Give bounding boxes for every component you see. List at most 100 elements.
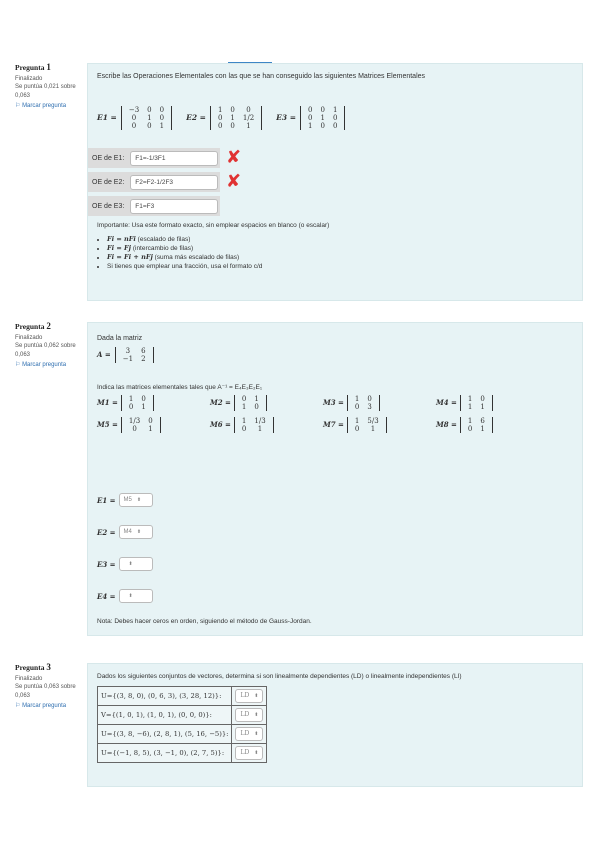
matrix-select[interactable]: ⬍ xyxy=(118,589,153,603)
matrix-cell: 1 xyxy=(147,114,152,122)
matrix-cell: −1 xyxy=(122,355,134,363)
flag-question-link[interactable]: ⚐ Marcar pregunta xyxy=(15,702,79,711)
dependency-select[interactable]: LD ⬍ xyxy=(235,708,264,722)
format-notes: Fi = nFi (escalado de filas)Fi = Fj (int… xyxy=(97,234,262,271)
candidate-matrix: M2 = 0 1 1 0 xyxy=(210,395,323,411)
question-title: Pregunta 1 xyxy=(15,62,51,72)
matrix-cell: 0 xyxy=(141,395,146,403)
question-content: Escribe las Operaciones Elementales con … xyxy=(87,63,583,301)
format-note: Fi = nFi (escalado de filas) xyxy=(107,235,262,243)
matrix-cell: 0 xyxy=(147,106,152,114)
select-label: E2 = xyxy=(97,527,116,537)
note-description: Si tienes que emplear una fracción, usa … xyxy=(107,263,263,270)
matrix-label: M3 = xyxy=(323,397,344,407)
matrix-select[interactable]: M5 ⬍ xyxy=(118,493,153,507)
question-prompt: Indica las matrices elementales tales qu… xyxy=(97,384,263,391)
elementary-select-row: E4 = ⬍ xyxy=(97,585,153,607)
matrix-cell: 5/3 xyxy=(367,417,379,425)
matrix: 3 6 −1 2 xyxy=(114,347,154,363)
matrix-cell: 1 xyxy=(308,122,313,130)
matrix: −3 0 0 0 1 0 0 0 1 xyxy=(120,106,173,130)
matrix-cell: 1/3 xyxy=(254,417,266,425)
elementary-select-row: E1 = M5 ⬍ xyxy=(97,489,153,511)
matrix-cell: 0 xyxy=(320,122,325,130)
dropdown-icon: ⬍ xyxy=(136,529,142,535)
dropdown-icon: ⬍ xyxy=(254,693,259,699)
dependency-select[interactable]: LD ⬍ xyxy=(235,727,264,741)
matrix-cell: 1 xyxy=(246,122,251,130)
matrix-select[interactable]: ⬍ xyxy=(118,557,153,571)
operation-input[interactable] xyxy=(130,174,219,190)
question-title: Pregunta 2 xyxy=(15,321,51,331)
matrix-cell: 2 xyxy=(141,355,146,363)
question-status: Finalizado xyxy=(15,675,43,682)
note-description: (escalado de filas) xyxy=(135,236,191,243)
matrix: 1003 xyxy=(346,395,380,411)
matrix-cell: 1 xyxy=(148,425,153,433)
format-note: Fi = Fi + nFj (suma más escalado de fila… xyxy=(107,253,262,261)
question-info: Pregunta 2 Finalizado Se puntúa 0,062 so… xyxy=(15,322,79,370)
matrix-cell: 0 xyxy=(241,395,247,403)
table-row: U={(−1, 8, 5), (3, −1, 0), (2, 7, 5)}: LD… xyxy=(96,743,268,763)
flag-question-link[interactable]: ⚐ Marcar pregunta xyxy=(15,361,79,370)
question-status: Finalizado xyxy=(15,75,43,82)
matrix-label: E3 = xyxy=(276,112,296,122)
matrix-cell: 1 xyxy=(467,395,473,403)
matrix-cell: 0 xyxy=(308,106,313,114)
matrix-cell: 0 xyxy=(147,122,152,130)
matrix-cell: 1 xyxy=(159,122,165,130)
matrix-cell: 1 xyxy=(467,417,473,425)
answer-row: OE de E3: xyxy=(88,196,241,216)
matrix-label: E2 = xyxy=(186,112,206,122)
matrix-cell: 1 xyxy=(370,425,376,433)
matrix-label: M5 = xyxy=(97,419,118,429)
matrix-cell: 0 xyxy=(230,122,235,130)
matrix-cell: 1 xyxy=(354,417,360,425)
matrix-cell: 0 xyxy=(128,403,134,411)
dropdown-icon: ⬍ xyxy=(128,593,133,599)
dependency-select[interactable]: LD ⬍ xyxy=(235,689,264,703)
matrix-cell: 0 xyxy=(230,106,235,114)
elementary-select-row: E2 = M4 ⬍ xyxy=(97,521,153,543)
flag-question-link[interactable]: ⚐ Marcar pregunta xyxy=(15,102,79,111)
question-info: Pregunta 3 Finalizado Se puntúa 0,063 so… xyxy=(15,663,79,711)
matrix-select[interactable]: M4 ⬍ xyxy=(118,525,153,539)
table-row: U={(3, 8, −6), (2, 8, 1), (5, 16, −5)}: L… xyxy=(96,724,268,744)
flag-icon: ⚐ xyxy=(15,703,21,709)
question-status: Finalizado xyxy=(15,334,43,341)
note-expression: Fi = Fj xyxy=(107,244,132,252)
candidate-matrix: M6 = 1 1/3 0 1 xyxy=(210,417,323,433)
candidate-matrix: M5 = 1/3 0 0 1 xyxy=(97,417,210,433)
matrix-cell: 1 xyxy=(480,425,485,433)
operation-input[interactable] xyxy=(130,150,219,166)
operation-input[interactable] xyxy=(130,198,219,214)
dependency-select-cell: LD ⬍ xyxy=(231,743,268,763)
matrix-cell: 1 xyxy=(332,106,338,114)
matrix-label: E1 = xyxy=(97,112,117,122)
answer-box: OE de E1: xyxy=(88,148,220,168)
matrix-label: M8 = xyxy=(436,419,457,429)
matrix-cell: 1 xyxy=(241,417,247,425)
matrix-cell: 0 xyxy=(131,114,137,122)
elementary-matrices: E1 = −3 0 0 0 1 0 0 0 1 E2 = 1 0 0 0 1 1/2 0 0 1 E3 = 0 0 1 0 1 0 1… xyxy=(97,106,359,130)
matrix-cell: 0 xyxy=(254,403,259,411)
answer-row: OE de E1: ✘ xyxy=(88,148,241,168)
question-1: Pregunta 1 Finalizado Se puntúa 0,021 so… xyxy=(15,63,583,313)
matrix-label: M2 = xyxy=(210,397,231,407)
matrix-cell: 1 xyxy=(354,395,360,403)
matrix-cell: 6 xyxy=(480,417,485,425)
matrix-intro: Dada la matriz xyxy=(97,335,143,342)
matrix: 1 5/3 0 1 xyxy=(346,417,387,433)
matrix-a: A = 3 6 −1 2 xyxy=(97,347,154,363)
question-content: Dados los siguientes conjuntos de vector… xyxy=(87,663,583,787)
table-row: U={(3, 8, 0), (0, 6, 3), (3, 28, 12)}: LD… xyxy=(96,686,268,706)
matrix-cell: 1 xyxy=(217,106,223,114)
dependency-select[interactable]: LD ⬍ xyxy=(235,746,264,760)
format-note: Si tienes que emplear una fracción, usa … xyxy=(107,262,262,270)
matrix-cell: 0 xyxy=(332,114,338,122)
elementary-selects: E1 = M5 ⬍ E2 = M4 ⬍ E3 = ⬍ E4 = ⬍ xyxy=(97,489,153,617)
matrix-cell: 0 xyxy=(354,403,360,411)
question-content: Dada la matriz A = 3 6 −1 2 Indica las matri… xyxy=(87,322,583,636)
matrix-cell: 0 xyxy=(308,114,313,122)
candidate-matrix: M4 = 1 0 1 1 xyxy=(436,395,549,411)
